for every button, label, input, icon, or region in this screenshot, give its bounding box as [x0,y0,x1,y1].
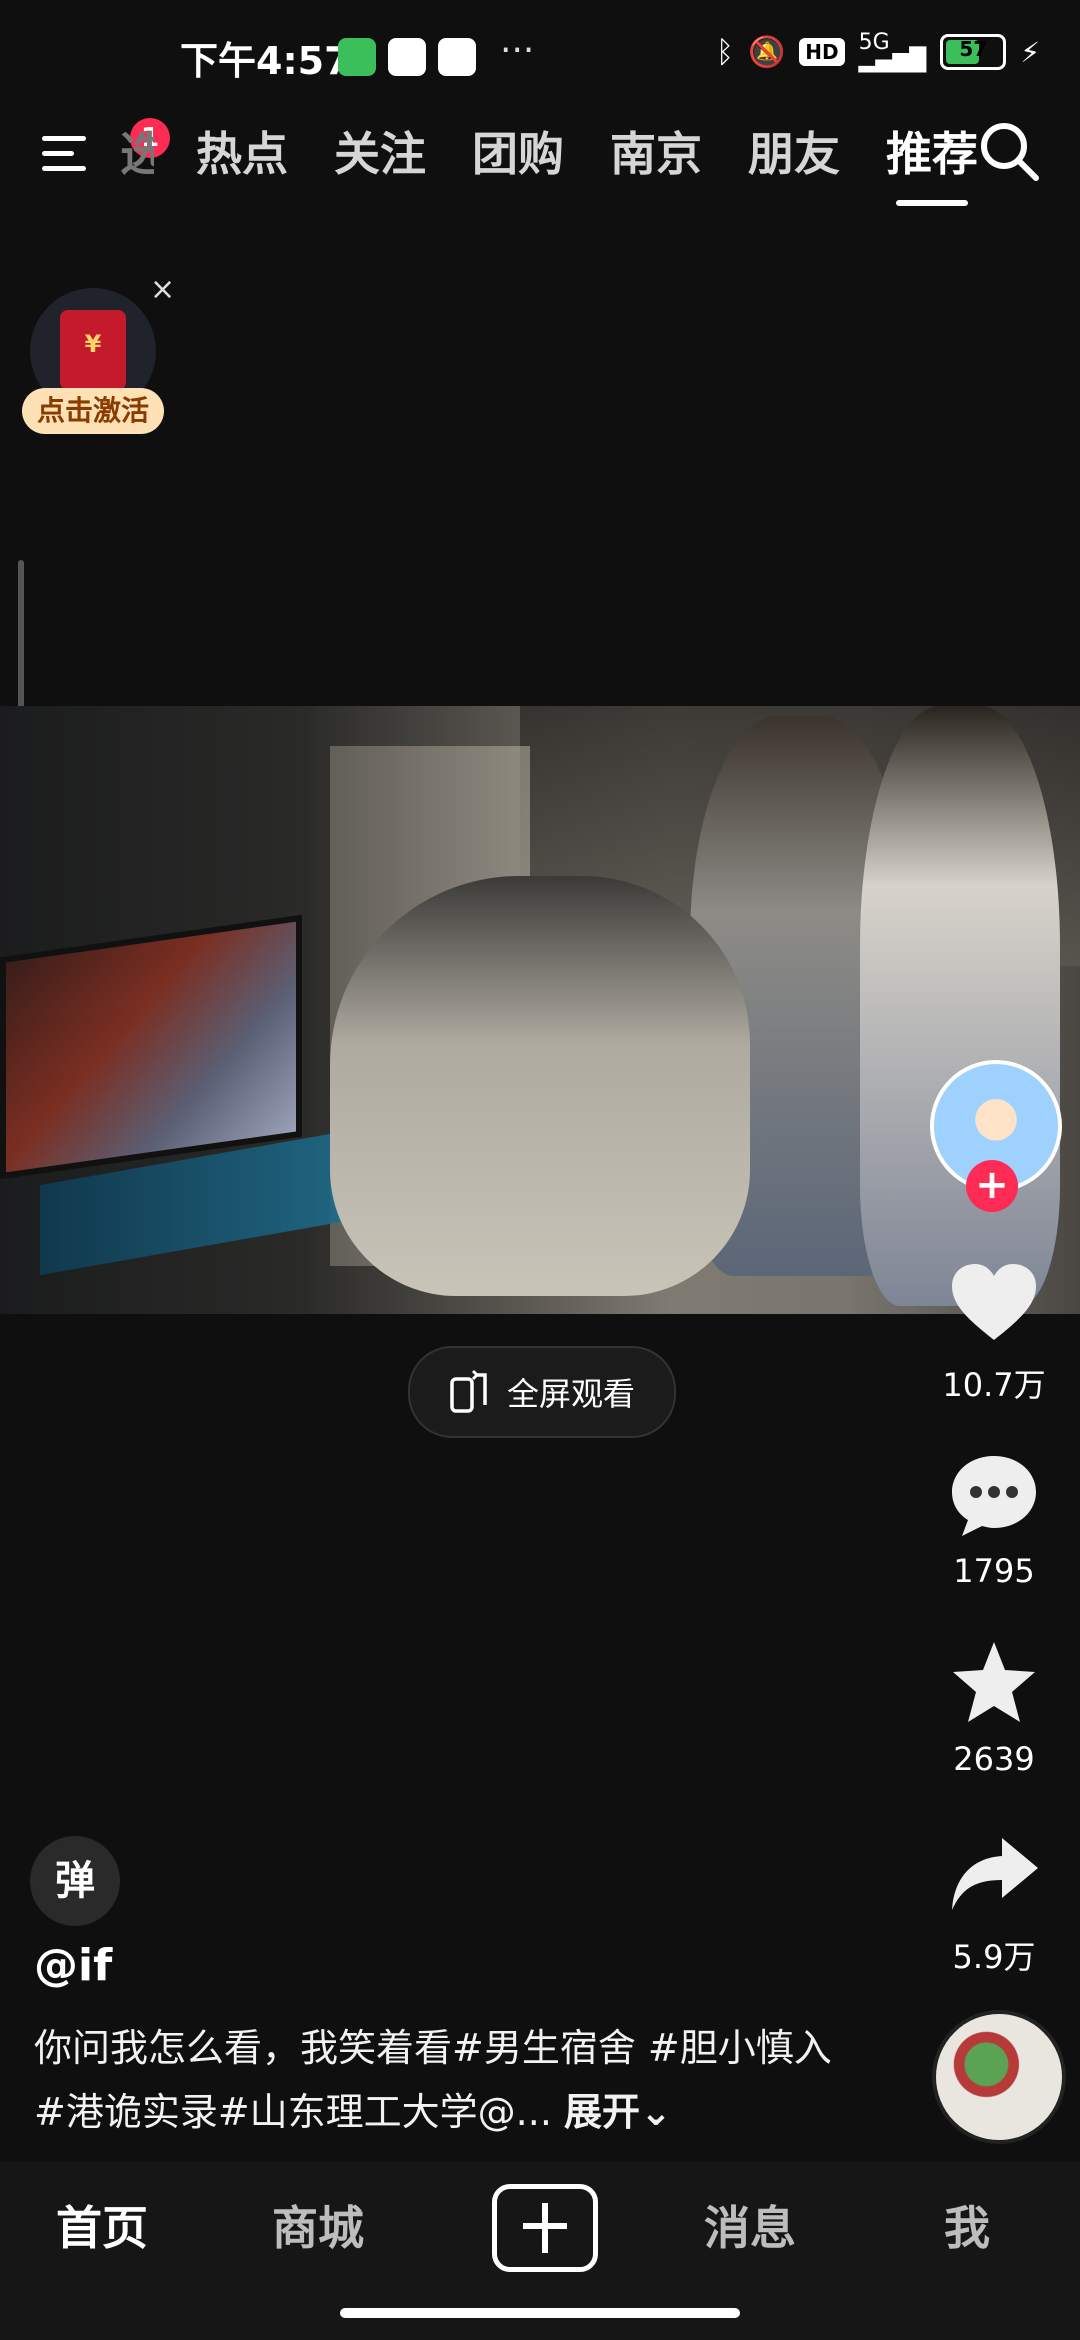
description-text: 你问我怎么看，我笑着看#男生宿舍 #胆小慎入 #港诡实录#山东理工大学@... [34,2026,832,2134]
tab-mall[interactable]: 商城 [272,2192,364,2258]
app-notification-icon [388,38,426,76]
rotate-screen-icon [450,1369,487,1413]
battery-icon: 57 [940,34,1007,70]
58-app-icon [438,38,476,76]
close-icon[interactable]: × [150,272,175,307]
expand-link[interactable]: 展开⌄ [564,2090,672,2134]
nav-tabs: 选 热点 关注 团购 南京 朋友 推荐 [120,118,1024,206]
tab-group-buy[interactable]: 团购 [472,118,564,184]
tab-friends[interactable]: 朋友 [748,118,840,184]
charging-icon: ⚡ [1020,35,1040,69]
video-player[interactable] [0,706,1080,1314]
mute-icon: 🔕 [747,34,786,70]
more-notifications: ··· [500,30,535,71]
signal-icon: 5G ▂▄▆█ [858,30,927,73]
video-person [330,876,750,1296]
tab-hot[interactable]: 热点 [196,118,288,184]
home-indicator[interactable] [340,2308,740,2318]
music-disc[interactable] [932,2010,1066,2144]
heart-icon [952,1264,1036,1340]
create-post-button[interactable] [492,2184,598,2272]
share-count: 5.9万 [952,1938,1036,1976]
favorite-count: 2639 [953,1740,1035,1778]
tab-me[interactable]: 我 [944,2192,990,2258]
tab-recommend[interactable]: 推荐 [886,118,978,206]
tab-messages[interactable]: 消息 [704,2192,796,2258]
comment-button[interactable]: 1795 [930,1448,1058,1590]
share-button[interactable]: 5.9万 [930,1828,1058,1978]
favorite-button[interactable]: 2639 [930,1636,1058,1778]
bluetooth-icon: ᛒ [715,34,734,70]
status-bar: 下午4:57 ··· ᛒ 🔕 HD 5G ▂▄▆█ 57 ⚡ [0,0,1080,110]
tab-home[interactable]: 首页 [56,2192,148,2258]
video-monitor [0,914,302,1180]
wechat-icon [338,38,376,76]
menu-icon[interactable]: 1 [42,118,170,182]
follow-button[interactable]: + [966,1160,1018,1212]
like-button[interactable]: 10.7万 [930,1256,1058,1406]
comment-count: 1795 [953,1552,1035,1590]
red-envelope-icon [60,310,126,390]
tab-following[interactable]: 关注 [334,118,426,184]
tab-nanjing[interactable]: 南京 [610,118,702,184]
activate-label[interactable]: 点击激活 [22,388,164,434]
share-icon [952,1838,1038,1910]
post-description: 你问我怎么看，我笑着看#男生宿舍 #胆小慎入 #港诡实录#山东理工大学@... … [34,2016,854,2144]
top-nav: 1 选 热点 关注 团购 南京 朋友 推荐 [0,110,1080,210]
star-icon [953,1642,1035,1722]
fullscreen-button[interactable]: 全屏观看 [408,1346,676,1438]
fullscreen-label: 全屏观看 [506,1375,635,1413]
red-envelope-promo[interactable]: 点击激活 [22,288,164,448]
video-person [860,706,1060,1306]
search-icon[interactable] [974,116,1044,186]
status-time: 下午4:57 [180,39,351,83]
danmu-toggle[interactable]: 弹 [30,1836,120,1926]
like-count: 10.7万 [942,1366,1046,1404]
status-icons: ᛒ 🔕 HD 5G ▂▄▆█ 57 ⚡ [715,30,1040,73]
comment-icon [952,1456,1036,1536]
tab-featured[interactable]: 选 [120,118,154,184]
author-name[interactable]: @if [34,1940,112,1991]
scroll-indicator [18,560,24,720]
hd-badge: HD [799,38,845,66]
